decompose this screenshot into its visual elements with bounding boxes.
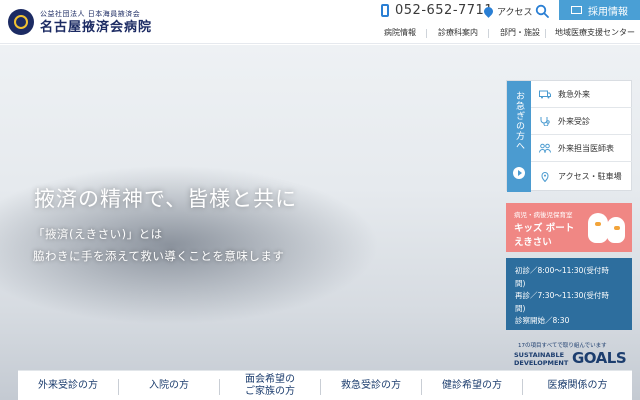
nav-hospital-info[interactable]: 病院情報 — [384, 27, 416, 38]
ambulance-icon — [539, 90, 551, 99]
hero-title: 掖済の精神で、皆様と共に — [34, 187, 298, 211]
access-label: アクセス — [497, 8, 533, 18]
phone-link[interactable]: 052-652-7711 — [381, 3, 493, 18]
recruit-label: 採用情報 — [588, 6, 628, 18]
urgent-item-access-parking[interactable]: アクセス・駐車場 — [531, 162, 632, 191]
tab-medical-professionals[interactable]: 医療関係の方 — [523, 371, 632, 400]
tab-inpatient[interactable]: 入院の方 — [119, 371, 219, 400]
sdgs-goals-label: GOALS — [572, 349, 627, 367]
hero-subtitle-2: 脇わきに手を添えて救い導くことを意味します — [33, 249, 285, 263]
urgent-item-label: 外来受診 — [558, 116, 590, 126]
sdgs-banner[interactable]: 17の項目すべてで取り組んでいます SUSTAINABLE DEVELOPMEN… — [506, 337, 632, 382]
bird-mascot-icon — [588, 213, 608, 243]
hours-line: 間) — [515, 278, 526, 288]
sdgs-line-1: SUSTAINABLE — [514, 351, 565, 359]
nav-divider — [488, 29, 489, 38]
bird-mascot-icon — [607, 217, 625, 243]
nav-divider — [545, 29, 546, 38]
visitor-category-tabs: 外来受診の方 入院の方 面会希望の ご家族の方 救急受診の方 健診希望の方 医療… — [18, 370, 632, 400]
urgent-label: お急ぎの方へ — [514, 91, 524, 151]
urgent-item-label: 救急外来 — [558, 89, 590, 99]
nav-facilities[interactable]: 部門・施設 — [500, 27, 540, 38]
kids-port-banner[interactable]: 病児・病後児保育室 キッズ ポート えきさい — [506, 203, 632, 252]
nav-regional-center[interactable]: 地域医療支援センター — [555, 27, 635, 38]
tab-visitors[interactable]: 面会希望の ご家族の方 — [220, 371, 320, 400]
kids-subtitle: 病児・病後児保育室 — [514, 211, 573, 219]
site-header: 公益社団法人 日本海員掖済会 名古屋掖済会病院 052-652-7711 アクセ… — [0, 0, 640, 44]
urgent-menu: お急ぎの方へ 救急外来 外来受診 外来担当医師表 アクセス・駐車場 — [506, 80, 632, 192]
urgent-label-tab[interactable]: お急ぎの方へ — [507, 81, 531, 192]
doctors-icon — [539, 143, 551, 153]
sdgs-caption: 17の項目すべてで取り組んでいます — [518, 343, 607, 349]
sdgs-line-2: DEVELOPMENT — [514, 359, 569, 367]
kids-title: キッズ ポート — [514, 223, 575, 234]
location-pin-icon — [541, 171, 549, 182]
tab-emergency[interactable]: 救急受診の方 — [321, 371, 421, 400]
urgent-item-label: 外来担当医師表 — [558, 143, 614, 153]
hero-subtitle-1: 「掖済(えきさい)」とは — [33, 227, 163, 241]
global-nav: 病院情報 診療科案内 部門・施設 地域医療支援センター — [0, 27, 640, 41]
urgent-item-label: アクセス・駐車場 — [558, 172, 622, 181]
urgent-item-emergency[interactable]: 救急外来 — [531, 81, 632, 108]
recruit-button[interactable]: 採用情報 — [559, 0, 640, 20]
hours-line: 診察開始／8:30 — [515, 316, 570, 325]
tab-health-checkup[interactable]: 健診希望の方 — [422, 371, 522, 400]
reception-hours-panel: 初診／8:00～11:30(受付時 間) 再診／7:30～11:30(受付時 間… — [506, 258, 632, 330]
hours-line: 初診／8:00～11:30(受付時 — [515, 266, 609, 275]
urgent-item-doctor-schedule[interactable]: 外来担当医師表 — [531, 135, 632, 162]
search-icon[interactable] — [535, 4, 549, 18]
arrow-right-icon — [513, 167, 525, 179]
smartphone-icon — [381, 4, 389, 17]
nav-divider — [426, 29, 427, 38]
access-link[interactable]: アクセス — [482, 5, 533, 18]
nav-departments[interactable]: 診療科案内 — [438, 27, 478, 38]
stethoscope-icon — [540, 117, 550, 126]
hours-line: 間) — [515, 303, 526, 313]
tab-outpatient[interactable]: 外来受診の方 — [18, 371, 118, 400]
map-pin-icon — [482, 5, 495, 18]
kids-name: えきさい — [514, 237, 552, 248]
mail-icon — [571, 6, 582, 14]
urgent-item-outpatient[interactable]: 外来受診 — [531, 108, 632, 135]
hours-line: 再診／7:30～11:30(受付時 — [515, 291, 609, 300]
phone-number: 052-652-7711 — [395, 3, 494, 18]
logo-subtitle: 公益社団法人 日本海員掖済会 — [40, 9, 141, 18]
